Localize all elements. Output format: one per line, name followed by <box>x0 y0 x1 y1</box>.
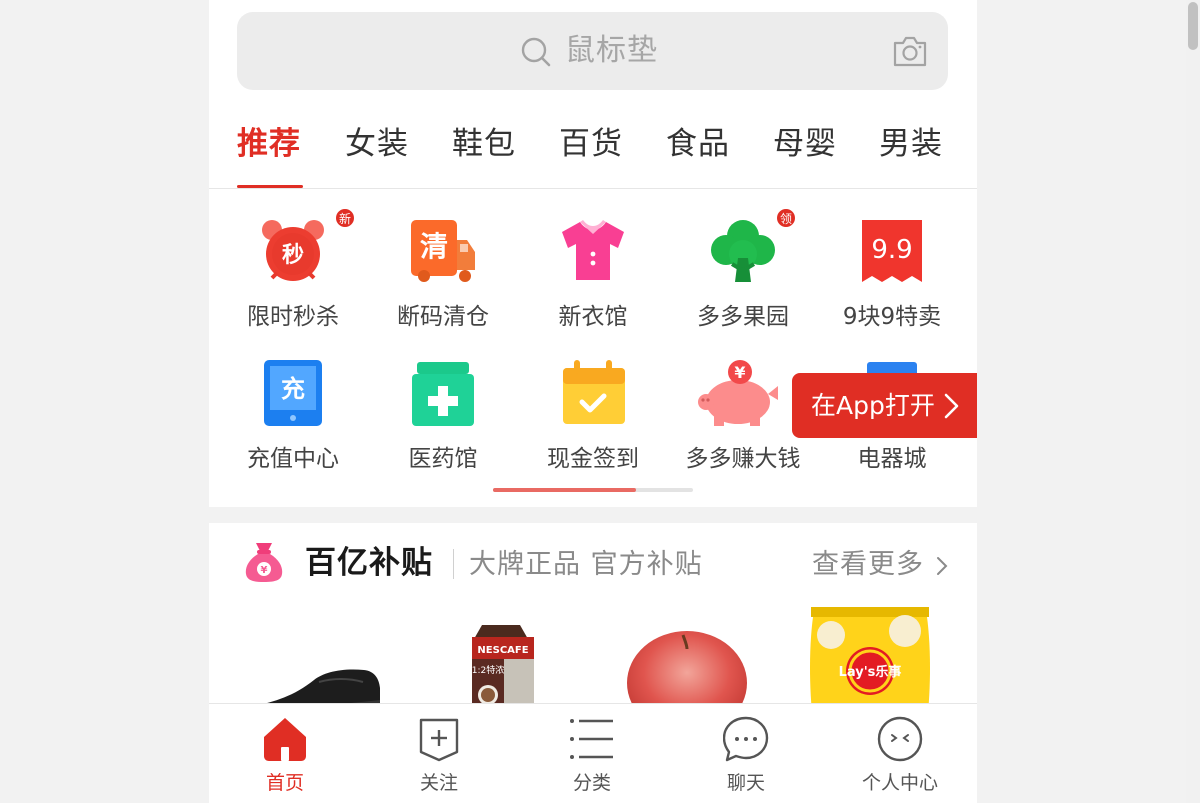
profile-icon <box>877 716 923 762</box>
grid-label: 医药馆 <box>408 446 478 472</box>
search-placeholder: 鼠标垫 <box>565 33 658 68</box>
calendar-check-icon <box>563 360 625 424</box>
tab-women[interactable]: 女装 <box>345 124 409 164</box>
title-divider <box>453 549 454 579</box>
grid-scroll-indicator <box>493 488 693 492</box>
grid-label: 限时秒杀 <box>247 304 339 330</box>
category-tabs: 推荐 女装 鞋包 百货 食品 母婴 男装 <box>209 100 977 189</box>
home-icon <box>264 718 306 761</box>
tab-shoes-bags[interactable]: 鞋包 <box>452 124 516 164</box>
grid-label: 充值中心 <box>247 446 339 472</box>
coffee-brand-text: NESCAFE <box>477 645 528 656</box>
tab-general-goods[interactable]: 百货 <box>559 124 623 164</box>
nav-label: 首页 <box>265 772 304 794</box>
nav-profile[interactable]: 个人中心 <box>840 704 960 803</box>
search-icon <box>521 37 551 67</box>
nav-label: 个人中心 <box>861 772 938 794</box>
subsidy-tagline: 大牌正品 官方补贴 <box>469 549 703 580</box>
grid-label: 新衣馆 <box>558 304 628 330</box>
nav-home[interactable]: 首页 <box>225 704 345 803</box>
page-scrollbar[interactable] <box>1186 0 1200 803</box>
truck-text: 清 <box>420 230 448 263</box>
shirt-icon <box>562 220 624 280</box>
chevron-right-icon <box>944 393 959 419</box>
nav-label: 聊天 <box>726 772 765 794</box>
grid-label: 断码清仓 <box>397 304 489 330</box>
view-more-link[interactable]: 查看更多 <box>812 547 924 583</box>
price-tag-icon: 9.9 <box>862 220 922 282</box>
search-bar[interactable]: 鼠标垫 <box>237 12 948 90</box>
grid-label: 多多赚大钱 <box>685 446 801 472</box>
app-root: 鼠标垫 推荐 女装 鞋包 百货 食品 母婴 男装 秒 新 限时秒杀 清 断码清仓… <box>209 0 977 803</box>
subsidy-title: 百亿补贴 <box>305 545 433 581</box>
page-scrollbar-thumb[interactable] <box>1188 2 1198 50</box>
nav-chat[interactable]: 聊天 <box>686 704 806 803</box>
tree-icon <box>711 220 775 282</box>
coffee-sub-text: 1:2特浓 <box>472 664 505 676</box>
price-tag-text: 9.9 <box>871 235 912 265</box>
recharge-text: 充 <box>281 375 305 403</box>
alarm-clock-icon: 秒 <box>262 220 324 281</box>
nav-label: 分类 <box>572 772 611 794</box>
tab-mother-baby[interactable]: 母婴 <box>773 124 837 164</box>
subsidy-section: ¥ 百亿补贴 大牌正品 官方补贴 查看更多 NESCAFE 1:2特浓 Lay'… <box>209 523 977 723</box>
camera-icon[interactable] <box>892 34 928 68</box>
tab-men[interactable]: 男装 <box>879 124 943 164</box>
follow-icon <box>419 718 459 762</box>
piggy-bank-icon: ¥ <box>698 360 778 426</box>
new-badge: 新 <box>335 208 355 228</box>
grid-label: 多多果园 <box>697 304 789 330</box>
nav-label: 关注 <box>419 772 458 794</box>
grid-label: 电器城 <box>857 446 927 472</box>
grid-label: 现金签到 <box>547 446 639 472</box>
claim-badge: 领 <box>776 208 796 228</box>
open-in-app-button[interactable]: 在App打开 <box>792 373 977 438</box>
tab-food[interactable]: 食品 <box>666 124 730 164</box>
nav-follow[interactable]: 关注 <box>379 704 499 803</box>
money-bag-icon: ¥ <box>245 543 283 582</box>
chips-brand-text: Lay's乐事 <box>839 664 902 680</box>
chevron-right-icon[interactable] <box>936 556 948 576</box>
active-tab-indicator <box>237 185 303 188</box>
money-bag-text: ¥ <box>261 565 268 576</box>
yuan-text: ¥ <box>734 363 745 382</box>
category-list-icon <box>570 719 613 759</box>
medicine-box-icon <box>412 362 474 426</box>
tab-recommend[interactable]: 推荐 <box>237 124 301 164</box>
phone-recharge-icon: 充 <box>264 360 322 426</box>
truck-icon: 清 <box>411 220 475 282</box>
bottom-nav: 首页 关注 分类 聊天 个人中心 <box>209 703 977 803</box>
top-section: 鼠标垫 推荐 女装 鞋包 百货 食品 母婴 男装 秒 新 限时秒杀 清 断码清仓… <box>209 0 977 507</box>
open-in-app-label: 在App打开 <box>811 391 935 420</box>
nav-category[interactable]: 分类 <box>532 704 652 803</box>
grid-label: 9块9特卖 <box>842 304 942 330</box>
grid-scroll-thumb <box>493 488 636 492</box>
chat-icon <box>723 716 769 762</box>
alarm-clock-text: 秒 <box>282 243 304 268</box>
